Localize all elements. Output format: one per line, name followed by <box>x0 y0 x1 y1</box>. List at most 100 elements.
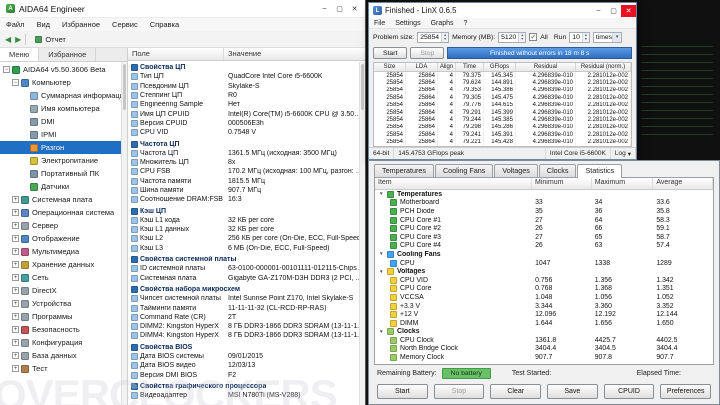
scrollbar-thumb[interactable] <box>361 64 364 110</box>
stats-group-row[interactable]: ▾ Clocks <box>375 328 713 337</box>
spinner-arrows-icon[interactable]: ▴ ▾ <box>581 32 589 42</box>
aida-menu-item-3[interactable]: Сервис <box>106 20 144 29</box>
stats-column-header[interactable]: Item <box>375 178 533 189</box>
cpuid-button[interactable]: CPUID <box>603 383 655 399</box>
linx-menu-item-2[interactable]: Graphs <box>426 20 459 27</box>
stats-row[interactable]: DIMM 1.644 1.656 1.650 <box>375 319 713 328</box>
tree-expander-icon[interactable]: + <box>12 365 19 372</box>
field-row[interactable]: Шина памяти 907.7 МГц <box>128 186 365 195</box>
section-row[interactable]: Свойства BIOS <box>128 343 365 352</box>
result-row[interactable]: 25854 25864 4 79.241 145.391 4.296839e-010 2.2… <box>374 131 631 139</box>
field-row[interactable]: ID системной платы 63-0100-000001-0010111… <box>128 264 365 273</box>
section-row[interactable]: Свойства системной платы <box>128 255 365 264</box>
stats-column-header[interactable]: Average <box>653 178 713 189</box>
result-row[interactable]: 25854 25864 4 79.244 145.385 4.296839e-010 2.2… <box>374 116 631 124</box>
maximize-icon[interactable]: ▢ <box>606 5 621 17</box>
sidebar-item-7[interactable]: Электропитание <box>0 154 127 167</box>
close-icon[interactable]: ✕ <box>347 3 362 15</box>
sidebar-item-9[interactable]: Датчики <box>0 180 127 193</box>
log-button[interactable]: Log ▾ <box>611 148 636 159</box>
sidebar-item-20[interactable]: + Безопасность <box>0 323 127 336</box>
field-row[interactable]: Дата BIOS видео 12/03/13 <box>128 361 365 370</box>
tab-clocks[interactable]: Clocks <box>538 164 577 177</box>
field-row[interactable]: Тип ЦП QuadCore Intel Core i5-6600K <box>128 72 365 81</box>
results-column-header[interactable]: Residual <box>516 63 576 71</box>
problem-size-input[interactable]: 25854 ▴ ▾ <box>417 31 450 43</box>
results-column-header[interactable]: GFlops <box>484 63 516 71</box>
sidebar-item-18[interactable]: + Устройства <box>0 297 127 310</box>
stats-row[interactable]: CPU Core #2 26 66 59.1 <box>375 224 713 233</box>
minimize-icon[interactable]: – <box>591 5 606 17</box>
results-column-header[interactable]: Residual (norm.) <box>576 63 631 71</box>
field-row[interactable]: Множитель ЦП 8x <box>128 158 365 167</box>
stats-row[interactable]: CPU Core 0.768 1.368 1.351 <box>375 285 713 294</box>
stats-row[interactable]: CPU Core #3 27 65 58.7 <box>375 233 713 242</box>
group-expander-icon[interactable]: ▾ <box>380 191 386 197</box>
field-row[interactable]: CPU FSB 170.2 МГц (исходная: 100 МГц, раз… <box>128 167 365 176</box>
linx-menu-item-1[interactable]: Settings <box>390 20 425 27</box>
sidebar-item-11[interactable]: + Операционная система <box>0 206 127 219</box>
tree-expander-icon[interactable]: − <box>12 79 19 86</box>
forward-icon[interactable]: ▶ <box>15 35 21 44</box>
section-row[interactable]: Свойства ЦП <box>128 63 365 72</box>
start-button[interactable]: Start <box>377 383 428 399</box>
aida-menu-item-2[interactable]: Избранное <box>56 20 106 29</box>
linx-menu-item-3[interactable]: ? <box>459 20 473 27</box>
sidebar-item-2[interactable]: Суммарная информация <box>0 89 127 102</box>
tree-expander-icon[interactable]: + <box>12 352 19 359</box>
results-column-header[interactable]: Align <box>438 63 456 71</box>
sidebar-item-5[interactable]: IPMI <box>0 128 127 141</box>
stats-row[interactable]: PCH Diode 35 36 35.8 <box>375 207 713 216</box>
aida-menu-item-0[interactable]: Файл <box>0 20 30 29</box>
column-value[interactable]: Значение <box>224 48 365 60</box>
sidebar-item-15[interactable]: + Хранение данных <box>0 258 127 271</box>
tree-expander-icon[interactable]: + <box>12 222 19 229</box>
sidebar-item-14[interactable]: + Мультимедиа <box>0 245 127 258</box>
result-row[interactable]: 25854 25864 4 79.305 145.475 4.296839e-010 2.2… <box>374 94 631 102</box>
all-checkbox[interactable]: ✓ <box>529 33 538 41</box>
sidebar-item-1[interactable]: − Компьютер <box>0 76 127 89</box>
field-row[interactable]: Частота памяти 1815.5 МГц <box>128 177 365 186</box>
sidebar-item-6[interactable]: Разгон <box>0 141 127 154</box>
stats-row[interactable]: Memory Clock 907.7 907.8 907.7 <box>375 353 713 362</box>
tree-expander-icon[interactable]: + <box>12 300 19 307</box>
stats-group-row[interactable]: ▾ Cooling Fans <box>375 250 713 259</box>
sidebar-item-8[interactable]: Портативный ПК <box>0 167 127 180</box>
column-field[interactable]: Поле <box>128 48 224 60</box>
tree-expander-icon[interactable]: + <box>12 209 19 216</box>
field-row[interactable]: Соотношение DRAM:FSB 16:3 <box>128 195 365 204</box>
aida64-titlebar[interactable]: A AIDA64 Engineer – ▢ ✕ <box>0 0 365 18</box>
results-column-header[interactable]: LDA <box>406 63 438 71</box>
result-row[interactable]: 25854 25864 4 79.624 144.891 4.296839e-010 2.2… <box>374 79 631 87</box>
section-row[interactable]: Частота ЦП <box>128 139 365 148</box>
stats-row[interactable]: North Bridge Clock 3404.4 3404.5 3404.4 <box>375 345 713 354</box>
stats-column-header[interactable]: Maximum <box>592 178 654 189</box>
field-row[interactable]: Частота ЦП 1361.5 МГц (исходная: 3500 МГц… <box>128 149 365 158</box>
stats-row[interactable]: VCCSA 1.048 1.056 1.052 <box>375 293 713 302</box>
group-expander-icon[interactable]: ▾ <box>380 269 386 275</box>
tree-expander-icon[interactable]: + <box>12 339 19 346</box>
result-row[interactable]: 25854 25864 4 79.375 145.345 4.296839e-010 2.2… <box>374 72 631 80</box>
group-expander-icon[interactable]: ▾ <box>380 329 386 335</box>
report-button[interactable]: Отчет <box>30 34 71 45</box>
results-column-header[interactable]: Size <box>374 63 406 71</box>
result-row[interactable]: 25854 25864 4 79.776 144.615 4.296839e-010 2.2… <box>374 101 631 109</box>
close-icon[interactable]: ✕ <box>621 4 636 17</box>
result-row[interactable]: 25854 25864 4 79.291 145.399 4.296839e-010 2.2… <box>374 108 631 117</box>
stats-row[interactable]: CPU Core #1 27 64 58.3 <box>375 216 713 225</box>
sidebar-item-19[interactable]: + Программы <box>0 310 127 323</box>
spinner-arrows-icon[interactable]: ▴ ▾ <box>518 32 526 42</box>
sidebar-item-13[interactable]: + Отображение <box>0 232 127 245</box>
field-row[interactable]: Системная плата Gigabyte GA-Z170M-D3H DDR… <box>128 274 365 283</box>
aida-menu-item-4[interactable]: Справка <box>144 20 185 29</box>
spinner-arrows-icon[interactable]: ▴ ▾ <box>441 32 449 42</box>
tree-expander-icon[interactable]: − <box>3 66 10 73</box>
minimize-icon[interactable]: – <box>317 3 332 15</box>
tree-expander-icon[interactable]: + <box>12 196 19 203</box>
stats-row[interactable]: +3.3 V 3.344 3.360 3.352 <box>375 302 713 311</box>
section-row[interactable]: Свойства графического процессора <box>128 382 365 391</box>
stop-button[interactable]: Stop <box>433 383 485 399</box>
field-row[interactable]: Тайминги памяти 11-11-11-32 (CL-RCD-RP-RA… <box>128 303 365 312</box>
sidebar-item-23[interactable]: + Тест <box>0 362 127 375</box>
tree-expander-icon[interactable]: + <box>12 235 19 242</box>
